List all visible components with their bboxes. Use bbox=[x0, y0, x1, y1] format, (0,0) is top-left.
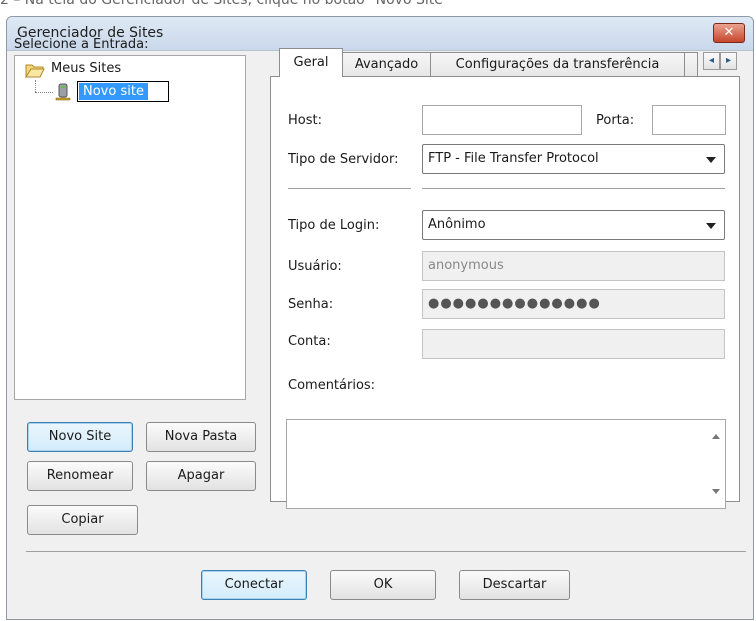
tab-advanced[interactable]: Avançado bbox=[342, 52, 431, 77]
login-type-select[interactable]: Anônimo bbox=[422, 210, 725, 240]
instruction-caption: 2 – Na tela do Gerenciador de Sites, cli… bbox=[0, 0, 450, 8]
copy-button[interactable]: Copiar bbox=[27, 505, 138, 535]
new-site-name-selected-text: Novo site bbox=[79, 83, 148, 100]
user-label: Usuário: bbox=[288, 259, 342, 274]
password-label: Senha: bbox=[288, 297, 334, 312]
footer-separator bbox=[26, 551, 746, 552]
close-icon: ✕ bbox=[723, 25, 735, 40]
tab-scroll-left-button[interactable]: ◂ bbox=[703, 52, 720, 70]
tree-root-my-sites[interactable]: Meus Sites bbox=[51, 61, 121, 76]
ok-button-label: OK bbox=[373, 577, 393, 592]
select-entry-label: Selecione a Entrada: bbox=[14, 37, 149, 52]
scroll-down-icon[interactable] bbox=[712, 489, 720, 494]
host-label: Host: bbox=[288, 113, 322, 128]
tab-overflow[interactable] bbox=[684, 52, 698, 77]
tab-transfer-label: Configurações da transferência bbox=[455, 57, 660, 72]
chevron-down-icon bbox=[706, 157, 716, 163]
new-site-button[interactable]: Novo Site bbox=[27, 422, 133, 452]
tab-scroll-arrows: ◂ ▸ bbox=[703, 52, 737, 70]
user-input[interactable]: anonymous bbox=[422, 251, 725, 281]
close-button[interactable]: ✕ bbox=[713, 23, 745, 43]
tab-advanced-label: Avançado bbox=[354, 57, 419, 72]
tree-connector bbox=[35, 80, 36, 92]
server-type-value: FTP - File Transfer Protocol bbox=[428, 151, 599, 166]
new-folder-button-label: Nova Pasta bbox=[164, 429, 238, 444]
separator bbox=[422, 188, 725, 190]
new-site-name-editor[interactable]: Novo site bbox=[77, 81, 169, 102]
server-icon bbox=[55, 83, 71, 101]
rename-button[interactable]: Renomear bbox=[27, 461, 133, 491]
tree-connector bbox=[35, 92, 53, 93]
arrow-right-icon: ▸ bbox=[725, 55, 732, 66]
connect-button-label: Conectar bbox=[224, 577, 284, 592]
delete-button-label: Apagar bbox=[177, 468, 225, 483]
copy-button-label: Copiar bbox=[61, 512, 104, 527]
comments-textarea[interactable] bbox=[286, 419, 726, 509]
tab-scroll-right-button[interactable]: ▸ bbox=[720, 52, 737, 70]
tab-transfer-settings[interactable]: Configurações da transferência bbox=[430, 52, 685, 77]
host-input[interactable] bbox=[422, 105, 582, 135]
chevron-down-icon bbox=[706, 223, 716, 229]
scroll-up-icon[interactable] bbox=[712, 434, 720, 439]
account-label: Conta: bbox=[288, 334, 331, 349]
port-input[interactable] bbox=[652, 105, 726, 135]
tab-general-label: Geral bbox=[293, 55, 329, 70]
comments-label: Comentários: bbox=[288, 378, 376, 393]
rename-button-label: Renomear bbox=[46, 468, 114, 483]
delete-button[interactable]: Apagar bbox=[146, 461, 256, 491]
port-label: Porta: bbox=[596, 113, 635, 128]
folder-open-icon bbox=[25, 64, 45, 78]
new-folder-button[interactable]: Nova Pasta bbox=[146, 422, 256, 452]
account-input[interactable] bbox=[422, 329, 725, 359]
login-type-value: Anônimo bbox=[428, 217, 486, 232]
arrow-left-icon: ◂ bbox=[708, 55, 715, 66]
comments-scrollbar[interactable] bbox=[707, 420, 725, 508]
discard-button[interactable]: Descartar bbox=[459, 570, 570, 600]
ok-button[interactable]: OK bbox=[330, 570, 436, 600]
site-tree[interactable]: Meus Sites Novo site bbox=[14, 55, 246, 400]
server-type-select[interactable]: FTP - File Transfer Protocol bbox=[422, 144, 725, 174]
connect-button[interactable]: Conectar bbox=[201, 570, 307, 600]
separator bbox=[288, 188, 411, 190]
login-type-label: Tipo de Login: bbox=[288, 218, 380, 233]
discard-button-label: Descartar bbox=[482, 577, 547, 592]
password-input[interactable]: ●●●●●●●●●●●●●● bbox=[422, 289, 725, 319]
tab-general[interactable]: Geral bbox=[279, 48, 343, 77]
server-type-label: Tipo de Servidor: bbox=[288, 152, 399, 167]
new-site-button-label: Novo Site bbox=[48, 429, 112, 444]
